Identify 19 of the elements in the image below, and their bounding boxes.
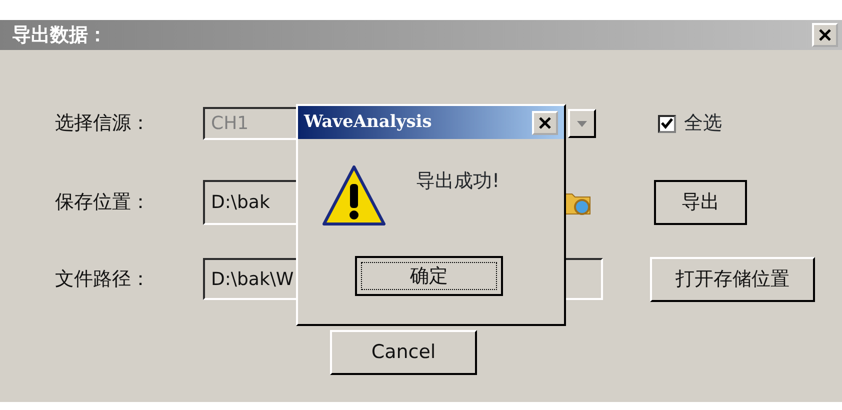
cancel-button[interactable]: Cancel (330, 330, 477, 375)
dialog-close-button[interactable] (532, 110, 558, 134)
export-button[interactable]: 导出 (654, 180, 747, 225)
close-icon (818, 28, 832, 42)
dialog-message: 导出成功! (416, 168, 500, 194)
checkbox-label: 全选 (684, 111, 722, 136)
checkbox[interactable] (658, 114, 676, 132)
close-icon (538, 116, 552, 130)
caret-icon (577, 120, 587, 126)
field-label: 选择信源： (54, 111, 151, 136)
dropdown-button[interactable] (568, 109, 596, 138)
dialog-title: WaveAnalysis (304, 110, 432, 134)
field-label: 保存位置： (54, 190, 151, 216)
ok-button[interactable]: 确定 (355, 256, 503, 296)
field-label: 文件路径： (54, 266, 151, 292)
warning-icon (322, 164, 386, 228)
close-button[interactable] (812, 23, 838, 47)
open-location-button[interactable]: 打开存储位置 (650, 256, 815, 302)
window-title: 导出数据： (12, 22, 107, 48)
